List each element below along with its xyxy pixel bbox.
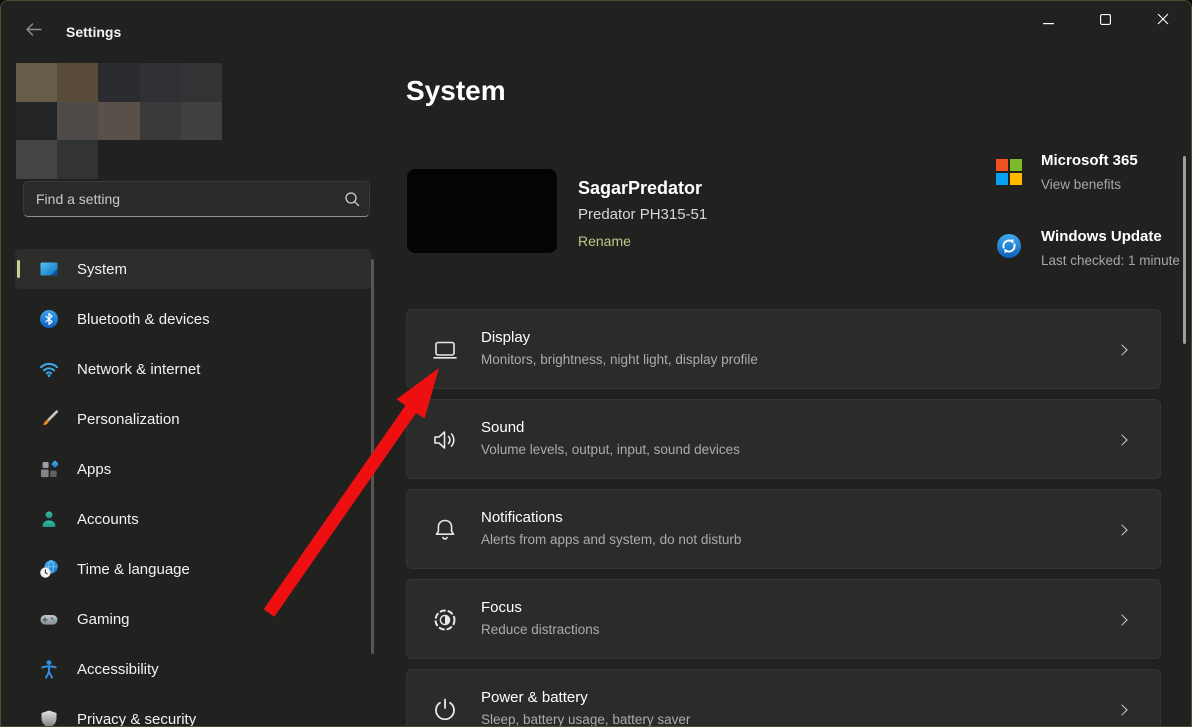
power-icon [431,696,459,724]
card-title: Notifications [481,509,563,526]
focus-icon [431,606,459,634]
chevron-right-icon [1116,344,1127,355]
sidebar-scrollbar[interactable] [371,259,374,654]
card-display[interactable]: Display Monitors, brightness, night ligh… [406,309,1161,389]
windows-update-icon [996,233,1022,259]
sidebar-item-system[interactable]: System [15,249,371,289]
selected-accent-pill [17,260,20,278]
card-subtitle: Sleep, battery usage, battery saver [481,712,690,727]
microsoft-365-subtitle: View benefits [1041,177,1121,192]
app-title: Settings [66,24,121,40]
back-arrow-icon [25,22,42,42]
system-icon [39,259,59,279]
accessibility-icon [39,659,59,679]
accounts-icon [39,509,59,529]
sidebar-item-label: Accounts [77,511,139,528]
card-focus[interactable]: Focus Reduce distractions [406,579,1161,659]
close-icon [1157,12,1169,30]
minimize-button[interactable] [1020,1,1077,41]
sidebar-item-bluetooth-devices[interactable]: Bluetooth & devices [15,299,371,339]
avatar-pixel [140,102,181,141]
avatar-pixel [16,140,57,179]
card-title: Power & battery [481,689,588,706]
windows-update-title: Windows Update [1041,228,1162,245]
card-title: Focus [481,599,522,616]
device-model: Predator PH315-51 [578,206,707,223]
avatar-pixel [181,63,222,102]
card-subtitle: Monitors, brightness, night light, displ… [481,352,758,367]
microsoft-365-title: Microsoft 365 [1041,152,1138,169]
sound-icon [431,426,459,454]
sidebar-item-network-internet[interactable]: Network & internet [15,349,371,389]
title-bar: Settings [1,1,1191,49]
close-button[interactable] [1134,1,1191,41]
sidebar-item-accounts[interactable]: Accounts [15,499,371,539]
display-icon [431,336,459,364]
bluetooth-icon [39,309,59,329]
settings-window: Settings System [0,0,1192,727]
avatar-pixel [57,63,98,102]
microsoft-logo-icon [996,159,1022,185]
sidebar-item-gaming[interactable]: Gaming [15,599,371,639]
chevron-right-icon [1116,704,1127,715]
avatar-pixel [140,63,181,102]
minimize-icon [1043,12,1054,30]
sidebar-item-personalization[interactable]: Personalization [15,399,371,439]
user-avatar-pixelated [16,63,263,140]
avatar-pixel [57,140,98,179]
privacy-security-icon [39,709,59,727]
chevron-right-icon [1116,614,1127,625]
avatar-pixel [181,102,222,141]
sidebar-item-label: Network & internet [77,361,200,378]
sidebar-item-apps[interactable]: Apps [15,449,371,489]
window-controls [1020,1,1191,41]
sidebar-item-label: Apps [77,461,111,478]
back-button[interactable] [17,18,49,46]
sidebar-item-label: Gaming [77,611,130,628]
avatar-pixel [98,63,139,102]
main-scrollbar[interactable] [1183,156,1186,344]
sidebar-item-privacy-security[interactable]: Privacy & security [15,699,371,727]
search-icon[interactable] [335,191,369,207]
gaming-icon [39,609,59,629]
card-notifications[interactable]: Notifications Alerts from apps and syste… [406,489,1161,569]
chevron-right-icon [1116,524,1127,535]
rename-link[interactable]: Rename [578,233,631,249]
search-box [23,181,370,217]
card-power-battery[interactable]: Power & battery Sleep, battery usage, ba… [406,669,1161,727]
sidebar-nav: System Bluetooth & devices Network & int… [15,249,371,727]
maximize-button[interactable] [1077,1,1134,41]
sidebar-item-label: Time & language [77,561,190,578]
avatar-pixel [98,102,139,141]
time-language-icon [39,559,59,579]
device-image [407,169,557,253]
apps-icon [39,459,59,479]
card-sound[interactable]: Sound Volume levels, output, input, soun… [406,399,1161,479]
device-name: SagarPredator [578,178,702,199]
sidebar-item-label: System [77,261,127,278]
notifications-icon [431,516,459,544]
maximize-icon [1100,12,1111,30]
avatar-pixel [57,102,98,141]
search-input[interactable] [24,191,335,207]
page-title: System [406,75,506,107]
avatar-pixel [16,102,57,141]
chevron-right-icon [1116,434,1127,445]
personalization-icon [39,409,59,429]
card-title: Sound [481,419,524,436]
sidebar-item-label: Personalization [77,411,180,428]
card-subtitle: Alerts from apps and system, do not dist… [481,532,741,547]
windows-update-status: Last checked: 1 minute [1041,253,1180,268]
sidebar-item-label: Privacy & security [77,711,196,727]
avatar-pixel [16,63,57,102]
sidebar-item-time-language[interactable]: Time & language [15,549,371,589]
network-icon [39,359,59,379]
card-subtitle: Reduce distractions [481,622,600,637]
sidebar-item-accessibility[interactable]: Accessibility [15,649,371,689]
card-title: Display [481,329,530,346]
sidebar-item-label: Bluetooth & devices [77,311,210,328]
card-subtitle: Volume levels, output, input, sound devi… [481,442,740,457]
sidebar-item-label: Accessibility [77,661,159,678]
